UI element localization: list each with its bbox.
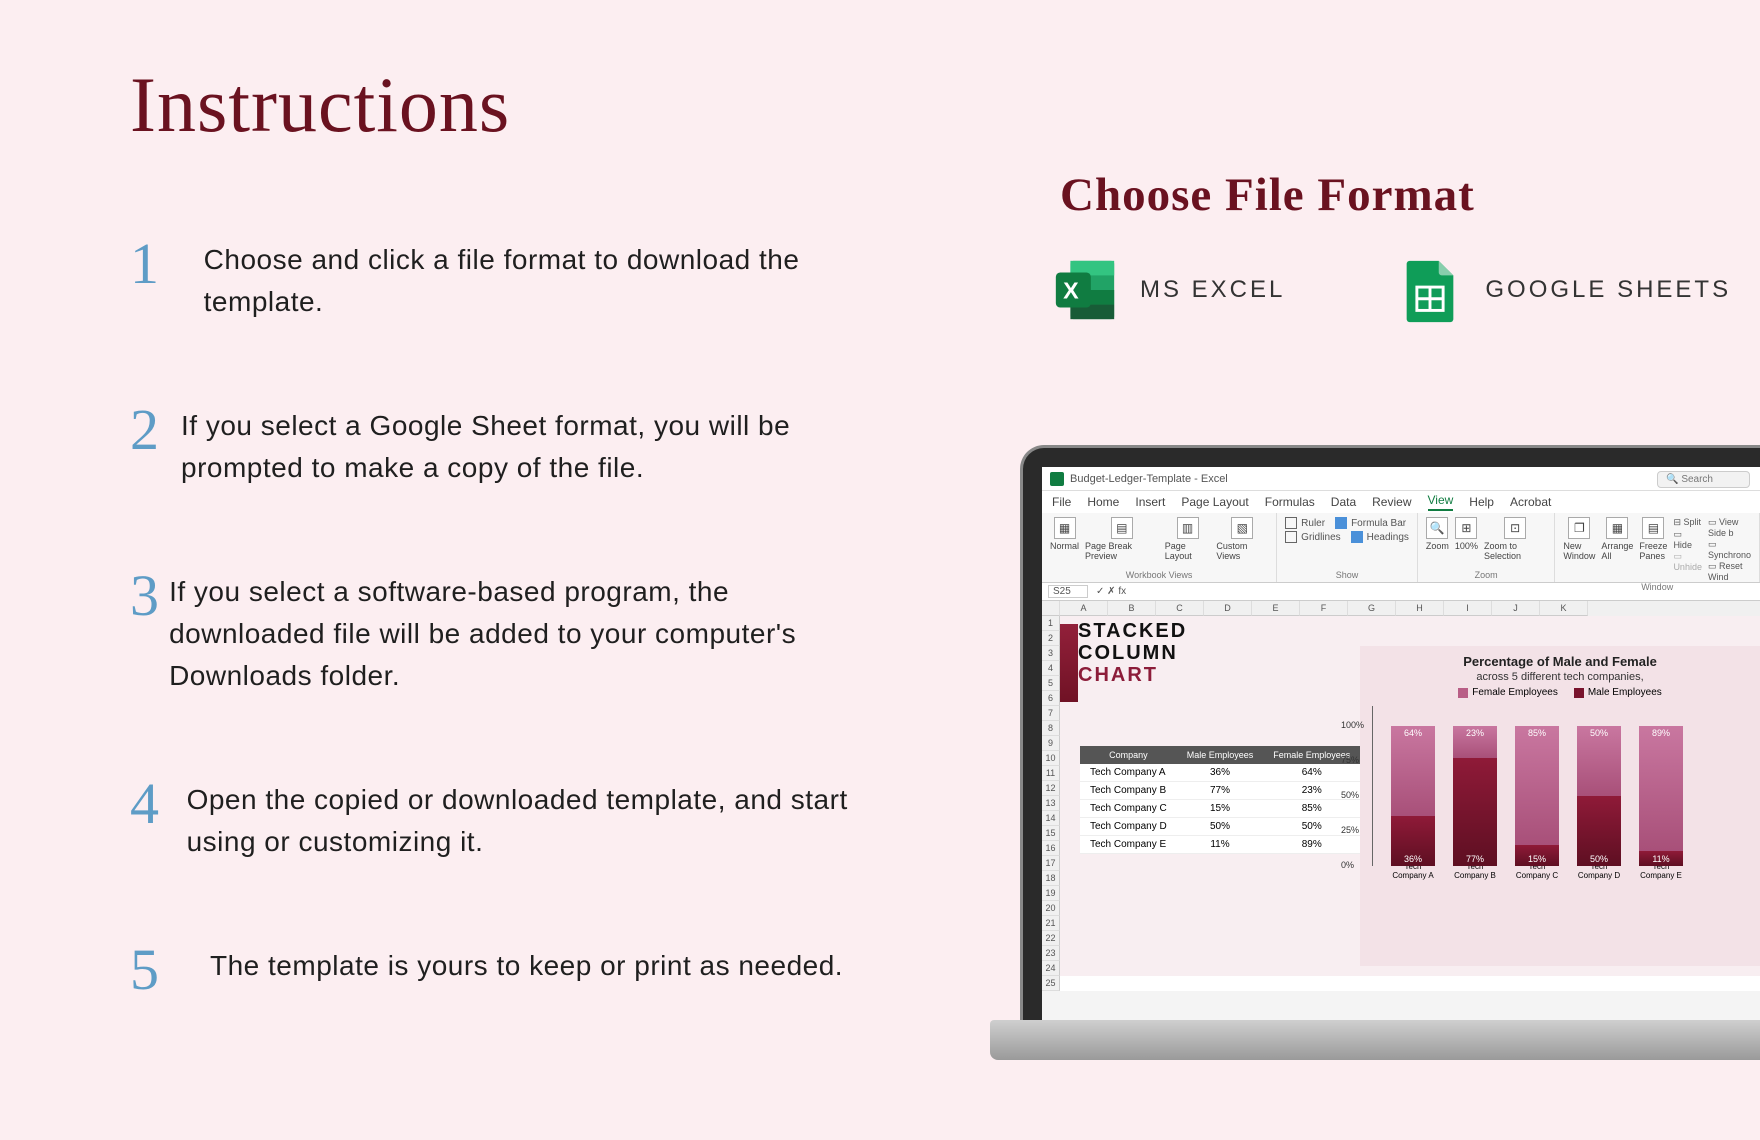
table-row: Tech Company B77%23% (1080, 782, 1360, 800)
btn-sync[interactable]: ▭ Synchrono (1708, 539, 1751, 560)
table-row: Tech Company E11%89% (1080, 836, 1360, 854)
menu-page-layout[interactable]: Page Layout (1181, 495, 1248, 509)
step-text: The template is yours to keep or print a… (210, 941, 843, 987)
chk-ruler[interactable]: Ruler (1285, 517, 1325, 529)
excel-app-icon (1050, 472, 1064, 486)
row-headers: 1234567891011121314151617181920212223242… (1042, 616, 1060, 991)
table-row: Tech Company C15%85% (1080, 800, 1360, 818)
menu-data[interactable]: Data (1331, 495, 1356, 509)
step-number: 5 (130, 941, 210, 999)
step-text: Choose and click a file format to downlo… (204, 235, 870, 323)
legend-female: Female Employees (1458, 687, 1558, 698)
step-5: 5 The template is yours to keep or print… (130, 941, 870, 999)
menu-help[interactable]: Help (1469, 495, 1494, 509)
file-format-title: Choose File Format (1060, 168, 1475, 222)
excel-window-title: Budget-Ledger-Template - Excel (1070, 473, 1228, 485)
step-1: 1 Choose and click a file format to down… (130, 235, 870, 323)
excel-search[interactable]: 🔍 Search (1657, 471, 1750, 488)
format-option-excel[interactable]: X MS EXCEL (1050, 255, 1285, 325)
ribbon-show: Ruler Formula Bar Gridlines Headings Sho… (1277, 513, 1418, 582)
excel-menu: File Home Insert Page Layout Formulas Da… (1042, 491, 1760, 513)
btn-unhide[interactable]: ▭ Unhide (1673, 551, 1702, 572)
sheets-icon (1395, 255, 1465, 325)
ribbon-workbook-views: ▦Normal ▤Page Break Preview ▥Page Layout… (1042, 513, 1277, 582)
format-label-excel: MS EXCEL (1140, 276, 1285, 304)
btn-100[interactable]: ⊞100% (1455, 517, 1478, 551)
step-number: 4 (130, 775, 187, 833)
btn-page-break[interactable]: ▤Page Break Preview (1085, 517, 1159, 561)
menu-formulas[interactable]: Formulas (1265, 495, 1315, 509)
btn-arrange-all[interactable]: ▦Arrange All (1601, 517, 1633, 561)
step-text: If you select a software-based program, … (169, 567, 870, 697)
chart-bar: 23%77% (1453, 726, 1497, 866)
spreadsheet-grid[interactable]: ABCDEFGHIJK 1234567891011121314151617181… (1042, 601, 1760, 991)
chart-bar: 85%15% (1515, 726, 1559, 866)
svg-text:X: X (1063, 278, 1079, 304)
step-3: 3 If you select a software-based program… (130, 567, 870, 697)
menu-acrobat[interactable]: Acrobat (1510, 495, 1551, 509)
menu-home[interactable]: Home (1087, 495, 1119, 509)
btn-split[interactable]: ⊟ Split (1673, 517, 1702, 528)
fx-label: ✓ ✗ fx (1096, 586, 1126, 597)
format-label-sheets: GOOGLE SHEETS (1485, 276, 1731, 304)
ribbon-window: ❐New Window ▦Arrange All ▤Freeze Panes ⊟… (1555, 513, 1760, 582)
laptop-mockup: Budget-Ledger-Template - Excel 🔍 Search … (1020, 445, 1760, 1025)
excel-titlebar: Budget-Ledger-Template - Excel 🔍 Search (1042, 467, 1760, 491)
step-text: Open the copied or downloaded template, … (187, 775, 870, 863)
chart-bar: 50%50% (1577, 726, 1621, 866)
chart-bar: 64%36% (1391, 726, 1435, 866)
excel-screenshot: Budget-Ledger-Template - Excel 🔍 Search … (1042, 467, 1760, 1025)
table-row: Tech Company A36%64% (1080, 764, 1360, 782)
format-option-sheets[interactable]: GOOGLE SHEETS (1395, 255, 1731, 325)
excel-icon: X (1050, 255, 1120, 325)
step-text: If you select a Google Sheet format, you… (181, 401, 870, 489)
chart-title: Percentage of Male and Female (1372, 654, 1748, 669)
btn-reset[interactable]: ▭ Reset Wind (1708, 561, 1751, 582)
menu-insert[interactable]: Insert (1135, 495, 1165, 509)
step-4: 4 Open the copied or downloaded template… (130, 775, 870, 863)
btn-page-layout[interactable]: ▥Page Layout (1165, 517, 1211, 561)
excel-ribbon: ▦Normal ▤Page Break Preview ▥Page Layout… (1042, 513, 1760, 583)
name-box[interactable]: S25 (1048, 585, 1088, 598)
stacked-chart: Percentage of Male and Female across 5 d… (1360, 646, 1760, 966)
btn-freeze[interactable]: ▤Freeze Panes (1639, 517, 1667, 561)
laptop-base (990, 1020, 1760, 1060)
sheet-canvas: STACKED COLUMN CHART CompanyMale Employe… (1060, 616, 1760, 976)
column-headers: ABCDEFGHIJK (1042, 601, 1760, 616)
step-number: 3 (130, 567, 169, 625)
chart-subtitle: across 5 different tech companies, (1372, 671, 1748, 683)
btn-zoom-sel[interactable]: ⊡Zoom to Selection (1484, 517, 1546, 561)
btn-new-window[interactable]: ❐New Window (1563, 517, 1595, 561)
chk-gridlines[interactable]: Gridlines (1285, 531, 1340, 543)
btn-normal[interactable]: ▦Normal (1050, 517, 1079, 551)
btn-hide[interactable]: ▭ Hide (1673, 529, 1702, 550)
chart-legend: Female Employees Male Employees (1372, 687, 1748, 698)
btn-zoom[interactable]: 🔍Zoom (1426, 517, 1449, 551)
chart-heading-block: STACKED COLUMN CHART (1078, 620, 1187, 686)
menu-review[interactable]: Review (1372, 495, 1411, 509)
step-number: 1 (130, 235, 204, 293)
page-title: Instructions (0, 0, 1760, 150)
btn-custom-views[interactable]: ▧Custom Views (1216, 517, 1268, 561)
file-format-options: X MS EXCEL GOOGLE SHEETS (1050, 255, 1731, 325)
table-row: Tech Company D50%50% (1080, 818, 1360, 836)
btn-view-side[interactable]: ▭ View Side b (1708, 517, 1751, 538)
chart-bar: 89%11% (1639, 726, 1683, 866)
chk-headings[interactable]: Headings (1351, 531, 1409, 543)
step-2: 2 If you select a Google Sheet format, y… (130, 401, 870, 489)
instructions-list: 1 Choose and click a file format to down… (130, 235, 870, 1077)
chk-formula-bar[interactable]: Formula Bar (1335, 517, 1406, 529)
legend-male: Male Employees (1574, 687, 1662, 698)
menu-view[interactable]: View (1428, 493, 1454, 511)
ribbon-zoom: 🔍Zoom ⊞100% ⊡Zoom to Selection Zoom (1418, 513, 1555, 582)
data-table: CompanyMale EmployeesFemale Employees Te… (1080, 746, 1360, 854)
step-number: 2 (130, 401, 181, 459)
menu-file[interactable]: File (1052, 495, 1071, 509)
chart-bars: 0% 25% 50% 75% 100% Tech Company ATech C… (1372, 706, 1748, 866)
